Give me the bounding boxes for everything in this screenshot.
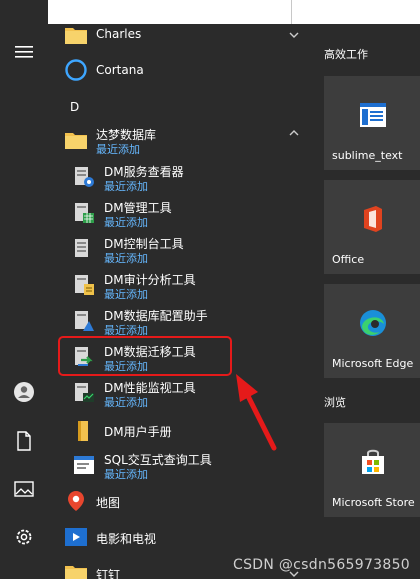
app-dm-config-assistant[interactable]: DM数据库配置助手 最近添加 (48, 303, 310, 339)
hamburger-menu-icon[interactable] (12, 40, 36, 64)
app-dm-manager[interactable]: DM管理工具 最近添加 (48, 195, 310, 231)
app-name: Charles (96, 27, 142, 41)
folder-icon (65, 28, 87, 44)
left-rail (0, 0, 48, 579)
tile-microsoft-edge[interactable]: Microsoft Edge (324, 284, 420, 378)
edge-icon (360, 310, 386, 336)
app-name: 钉钉 (96, 568, 121, 579)
app-dm-console[interactable]: DM控制台工具 最近添加 (48, 231, 310, 267)
recently-added-label: 最近添加 (104, 180, 148, 193)
tile-microsoft-store[interactable]: Microsoft Store (324, 423, 420, 517)
app-sql-query[interactable]: SQL交互式查询工具 最近添加 (48, 447, 310, 483)
tile-sublime-text[interactable]: sublime_text (324, 76, 420, 170)
app-name: 电影和电视 (96, 532, 157, 546)
app-maps[interactable]: 地图 (48, 484, 310, 518)
dm-monitor-icon (75, 383, 94, 402)
app-dm-service-viewer[interactable]: DM服务查看器 最近添加 (48, 159, 310, 195)
folder-icon (65, 133, 87, 149)
tiles-panel: 高效工作 sublime_text Office Microsoft Edge … (310, 24, 420, 579)
app-list: Charles Cortana D 达梦数据库 最近添加 DM服务查看器 最近添… (48, 24, 310, 579)
app-charles-folder[interactable]: Charles (48, 18, 310, 52)
tile-name: Microsoft Edge (332, 357, 414, 370)
office-icon (364, 206, 382, 232)
sql-query-icon (74, 456, 94, 474)
group-title-browse: 浏览 (324, 396, 346, 409)
recently-added-label: 最近添加 (96, 143, 140, 156)
highlight-box (58, 336, 232, 376)
recently-added-label: 最近添加 (104, 288, 148, 301)
letter-header-d[interactable]: D (70, 100, 79, 114)
recently-added-label: 最近添加 (104, 468, 148, 481)
tile-name: Microsoft Store (332, 496, 415, 509)
movies-tv-icon (65, 528, 87, 546)
app-cortana[interactable]: Cortana (48, 53, 310, 87)
tile-office[interactable]: Office (324, 180, 420, 274)
documents-icon[interactable] (12, 429, 36, 453)
dm-manual-icon (78, 421, 88, 441)
chevron-up-icon[interactable] (288, 127, 300, 139)
settings-gear-icon[interactable] (12, 525, 36, 549)
dm-console-icon (75, 239, 88, 257)
recently-added-label: 最近添加 (104, 216, 148, 229)
app-folder-dameng[interactable]: 达梦数据库 最近添加 (48, 122, 310, 158)
recently-added-label: 最近添加 (104, 252, 148, 265)
folder-icon (65, 566, 87, 579)
tile-name: Office (332, 253, 365, 266)
recently-added-label: 最近添加 (104, 396, 148, 409)
red-arrow-annotation (236, 374, 277, 451)
user-account-icon[interactable] (12, 380, 36, 404)
dm-manager-icon (75, 203, 94, 223)
watermark: CSDN @csdn565973850 (233, 557, 410, 573)
store-icon (362, 449, 384, 474)
dm-audit-icon (75, 275, 94, 295)
sublime-text-icon (360, 103, 386, 127)
app-name: DM用户手册 (104, 425, 172, 439)
dm-config-assistant-icon (75, 311, 94, 331)
dm-service-viewer-icon (75, 167, 94, 187)
group-title-productivity: 高效工作 (324, 48, 368, 61)
app-name: 地图 (96, 496, 121, 510)
cortana-icon (65, 59, 87, 81)
app-name: Cortana (96, 63, 144, 77)
app-dm-audit[interactable]: DM审计分析工具 最近添加 (48, 267, 310, 303)
chevron-down-icon[interactable] (288, 29, 300, 41)
tile-name: sublime_text (332, 149, 403, 162)
maps-pin-icon (68, 491, 84, 511)
app-movies-tv[interactable]: 电影和电视 (48, 520, 310, 554)
pictures-icon[interactable] (12, 477, 36, 501)
